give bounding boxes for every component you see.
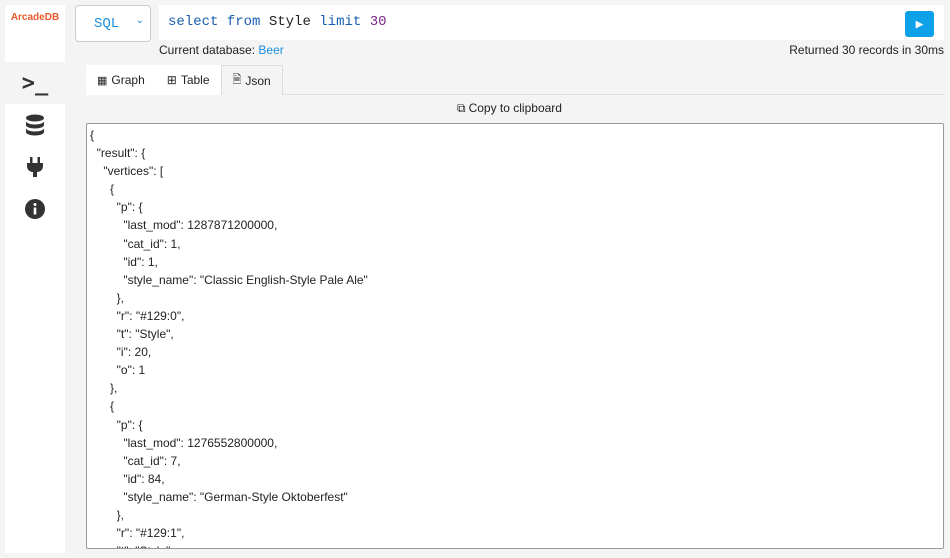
json-line: { [90,399,115,414]
query-token: 30 [369,14,387,30]
json-line: "r": "#129:1", [90,526,185,541]
query-token: limit [319,14,362,30]
tab-label: Table [180,73,210,87]
database-icon [26,114,44,136]
graph-icon: ▦ [97,74,108,87]
language-value: SQL [94,15,120,32]
sidebar: ArcadeDB >_ [5,5,65,553]
sidebar-item-query[interactable]: >_ [5,62,65,104]
tab-label: Json [245,73,271,88]
query-status: Returned 30 records in 30ms [789,43,944,57]
sidebar-item-info[interactable] [5,188,65,230]
query-token: select [168,14,219,30]
json-line: "id": 84, [90,471,165,486]
sidebar-item-server[interactable] [5,146,65,188]
json-line: "style_name": "Classic English-Style Pal… [90,272,368,287]
json-line: "result": { [90,146,146,161]
result-tabs: ▦ Graph ⊞ Table 🗎 Json [86,65,944,95]
play-icon: ▶ [915,16,924,32]
json-line: }, [90,381,118,396]
json-line: "o": 1 [90,363,146,378]
json-line: "last_mod": 1287871200000, [90,218,278,233]
current-database-link[interactable]: Beer [258,43,283,57]
json-line: "p": { [90,200,143,215]
json-line: }, [90,507,125,522]
tab-graph[interactable]: ▦ Graph [86,65,156,95]
json-line: "vertices": [ [90,164,164,179]
terminal-icon: >_ [21,70,49,96]
plug-icon [27,157,43,177]
file-code-icon: 🗎 [232,74,242,86]
json-line: { [90,182,115,197]
query-input[interactable]: select from Style limit 30 ▶ [159,5,944,40]
json-line: "cat_id": 1, [90,236,181,251]
copy-label: Copy to clipboard [468,101,562,115]
json-line: { [90,128,95,142]
copy-to-clipboard-button[interactable]: ⧉ Copy to clipboard [457,101,562,116]
copy-icon: ⧉ [457,101,466,115]
sidebar-item-database[interactable] [5,104,65,146]
json-line: "id": 1, [90,254,158,269]
json-line: "style_name": "German-Style Oktoberfest" [90,489,348,504]
json-output[interactable]: { "result": { "vertices": [ { "p": { "la… [86,123,944,549]
current-database: Current database: Beer [159,43,284,57]
json-line: "cat_id": 7, [90,453,181,468]
query-token: from [226,14,261,30]
current-database-label: Current database: [159,43,256,57]
json-line: "r": "#129:0", [90,308,185,323]
json-line: "i": 20, [90,345,152,360]
json-line: "t": "Style", [90,542,940,548]
json-line: "t": "Style", [90,327,174,342]
tab-label: Graph [111,73,145,87]
language-select[interactable]: SQL ⌄ [75,5,151,42]
json-line: }, [90,290,125,305]
arcadedb-logo[interactable]: ArcadeDB [5,5,65,62]
tab-table[interactable]: ⊞ Table [155,65,221,95]
table-icon: ⊞ [166,73,177,87]
run-query-button[interactable]: ▶ [905,11,934,37]
chevron-down-icon: ⌄ [135,15,144,26]
json-line: "last_mod": 1276552800000, [90,435,278,450]
json-line: "p": { [90,417,143,432]
tab-json[interactable]: 🗎 Json [220,65,283,95]
info-icon [25,199,45,219]
query-token: Style [268,14,311,30]
